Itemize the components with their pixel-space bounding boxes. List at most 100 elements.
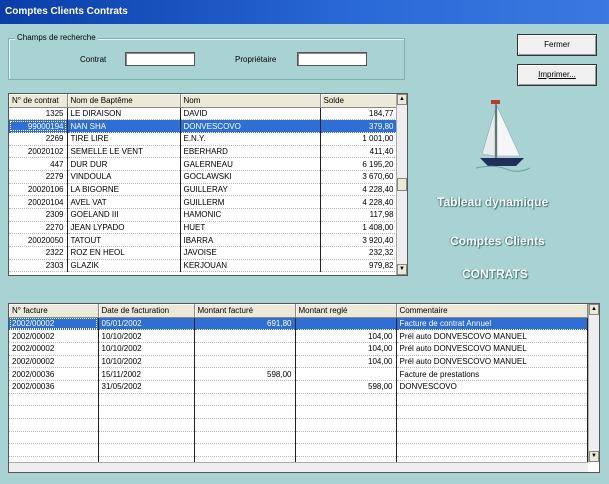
scroll-down-arrow-icon[interactable]: ▼ bbox=[397, 264, 407, 275]
table-cell bbox=[194, 329, 296, 343]
table-row-empty bbox=[9, 418, 588, 432]
table-cell: 99000194 bbox=[9, 119, 68, 133]
table-cell: JAVOISE bbox=[180, 246, 321, 260]
table-cell: 20020050 bbox=[9, 233, 68, 248]
table-row[interactable]: 2002/00036 31/05/2002 598,00 DONVESCOVO bbox=[9, 380, 588, 394]
invoices-hscrollbar[interactable] bbox=[9, 462, 588, 472]
table-cell: 979,82 bbox=[320, 259, 398, 273]
table-cell: 3 670,60 bbox=[320, 170, 398, 184]
column-header[interactable]: Nom bbox=[180, 94, 321, 108]
sailboat-icon bbox=[475, 100, 531, 172]
table-row[interactable]: 2269 TIRE LIRE E.N.Y. 1 001,00 bbox=[9, 132, 398, 146]
column-header[interactable]: Commentaire bbox=[396, 304, 588, 318]
table-cell: GLAZIK bbox=[67, 259, 181, 273]
column-header[interactable]: Montant reglé bbox=[295, 304, 397, 318]
table-cell: 6 195,20 bbox=[320, 157, 398, 171]
table-row[interactable]: 2270 JEAN LYPADO HUET 1 408,00 bbox=[9, 221, 398, 235]
table-cell: 2269 bbox=[9, 132, 68, 146]
table-cell: EBERHARD bbox=[180, 145, 321, 159]
table-cell: 20020106 bbox=[9, 183, 68, 197]
table-row[interactable]: 2309 GOELAND III HAMONIC 117,98 bbox=[9, 208, 398, 222]
table-cell: NAN SHA bbox=[67, 119, 181, 133]
table-row[interactable]: 2303 GLAZIK KERJOUAN 979,82 bbox=[9, 259, 398, 273]
table-cell: 2322 bbox=[9, 246, 68, 260]
table-cell: 1 408,00 bbox=[320, 221, 398, 235]
table-row[interactable]: 20020050 TATOUT IBARRA 3 920,40 bbox=[9, 233, 398, 248]
table-cell: 2309 bbox=[9, 208, 68, 222]
invoices-scrollbar[interactable]: ▲ ▼ bbox=[588, 304, 599, 462]
table-cell: KERJOUAN bbox=[180, 259, 321, 273]
table-row[interactable]: 2279 VINDOULA GOCLAWSKI 3 670,60 bbox=[9, 170, 398, 184]
scroll-up-arrow-icon[interactable]: ▲ bbox=[397, 94, 407, 105]
table-cell: VINDOULA bbox=[67, 170, 181, 184]
table-row[interactable]: 2002/00002 10/10/2002 104,00 Prél auto DONV… bbox=[9, 329, 588, 343]
invoices-grid[interactable]: N° facture Date de facturation Montant fac… bbox=[8, 303, 600, 473]
table-cell: 10/10/2002 bbox=[98, 329, 195, 343]
scroll-up-arrow-icon[interactable]: ▲ bbox=[589, 304, 599, 315]
contracts-scrollbar[interactable]: ▲ ▼ bbox=[396, 94, 407, 275]
column-header[interactable]: Montant facturé bbox=[194, 304, 296, 318]
table-cell: 2002/00036 bbox=[9, 367, 99, 381]
table-cell: 2002/00036 bbox=[9, 380, 99, 394]
table-cell: TIRE LIRE bbox=[67, 132, 181, 146]
side-title-line3: CONTRATS bbox=[462, 267, 528, 281]
table-cell: 20020104 bbox=[9, 195, 68, 209]
table-cell: DONVESCOVO bbox=[396, 380, 588, 394]
table-cell: ROZ EN HEOL bbox=[67, 246, 181, 260]
table-cell: 4 228,40 bbox=[320, 183, 398, 197]
table-cell: 1 001,00 bbox=[320, 132, 398, 146]
table-cell: TATOUT bbox=[67, 233, 181, 248]
column-header[interactable]: Nom de Baptême bbox=[67, 94, 181, 108]
table-row[interactable]: 2002/00002 10/10/2002 104,00 Prél auto DONV… bbox=[9, 342, 588, 356]
table-cell: 4 228,40 bbox=[320, 195, 398, 209]
column-header[interactable]: Date de facturation bbox=[98, 304, 195, 318]
search-legend: Champs de recherche bbox=[15, 33, 98, 42]
table-row[interactable]: 2002/00002 05/01/2002 691,80 Facture de con… bbox=[9, 317, 588, 331]
table-cell: 2279 bbox=[9, 170, 68, 184]
table-row[interactable]: 99000194 NAN SHA DONVESCOVO 379,80 bbox=[9, 119, 398, 133]
column-header[interactable]: Solde bbox=[320, 94, 398, 108]
table-cell: 117,98 bbox=[320, 208, 398, 222]
table-cell: DAVID bbox=[180, 107, 321, 121]
table-cell: 31/05/2002 bbox=[98, 380, 195, 394]
column-header[interactable]: N° de contrat bbox=[9, 94, 68, 108]
table-cell: 598,00 bbox=[194, 367, 296, 381]
contrat-input[interactable] bbox=[125, 52, 195, 66]
proprietaire-input[interactable] bbox=[297, 52, 367, 66]
table-cell bbox=[295, 367, 397, 381]
table-cell bbox=[295, 317, 397, 331]
table-cell: HUET bbox=[180, 221, 321, 235]
table-cell: GUILLERAY bbox=[180, 183, 321, 197]
table-row[interactable]: 20020106 LA BIGORNE GUILLERAY 4 228,40 bbox=[9, 183, 398, 197]
contracts-grid[interactable]: N° de contrat Nom de Baptême Nom Solde 1325… bbox=[8, 93, 408, 276]
table-cell bbox=[194, 380, 296, 394]
table-row[interactable]: 2002/00002 10/10/2002 104,00 Prél auto DONV… bbox=[9, 355, 588, 369]
search-groupbox: Champs de recherche Contrat Propriétaire bbox=[8, 33, 405, 80]
column-header[interactable]: N° facture bbox=[9, 304, 99, 318]
table-cell: E.N.Y. bbox=[180, 132, 321, 146]
table-cell: DONVESCOVO bbox=[180, 119, 321, 133]
table-cell: Prél auto DONVESCOVO MANUEL bbox=[396, 329, 588, 343]
table-row[interactable]: 2322 ROZ EN HEOL JAVOISE 232,32 bbox=[9, 246, 398, 260]
table-cell: 2270 bbox=[9, 221, 68, 235]
table-cell: 3 920,40 bbox=[320, 233, 398, 248]
table-cell: GOELAND III bbox=[67, 208, 181, 222]
table-cell: 104,00 bbox=[295, 355, 397, 369]
table-cell: HAMONIC bbox=[180, 208, 321, 222]
close-button[interactable]: Fermer bbox=[517, 34, 597, 56]
table-row[interactable]: 20020102 SEMELLE LE VENT EBERHARD 411,40 bbox=[9, 145, 398, 159]
table-row[interactable]: 2002/00036 15/11/2002 598,00 Facture de pre… bbox=[9, 367, 588, 381]
table-row[interactable]: 1325 LE DIRAISON DAVID 184,77 bbox=[9, 107, 398, 121]
table-cell: 10/10/2002 bbox=[98, 355, 195, 369]
table-cell: 411,40 bbox=[320, 145, 398, 159]
print-button[interactable]: Imprimer... bbox=[517, 64, 597, 86]
table-cell: 184,77 bbox=[320, 107, 398, 121]
table-cell: 2002/00002 bbox=[9, 355, 99, 369]
table-row[interactable]: 447 DUR DUR GALERNEAU 6 195,20 bbox=[9, 157, 398, 171]
proprietaire-label: Propriétaire bbox=[235, 55, 277, 64]
scroll-thumb[interactable] bbox=[397, 178, 407, 191]
window-title: Comptes Clients Contrats bbox=[0, 0, 609, 24]
table-row[interactable]: 20020104 AVEL VAT GUILLERM 4 228,40 bbox=[9, 195, 398, 209]
table-cell: 379,80 bbox=[320, 119, 398, 133]
scroll-down-arrow-icon[interactable]: ▼ bbox=[589, 451, 599, 462]
